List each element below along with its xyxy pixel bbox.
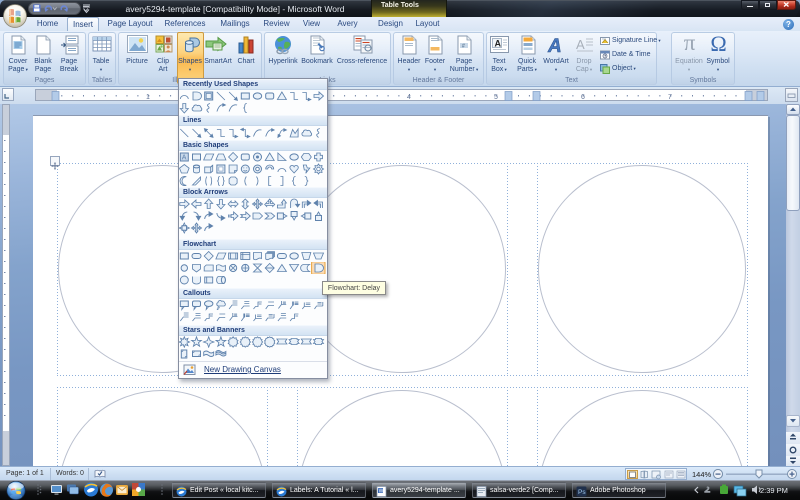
svg-text:W: W: [379, 488, 384, 494]
svg-text:6: 6: [581, 94, 585, 101]
svg-text:A: A: [547, 36, 562, 55]
svg-text:4: 4: [407, 94, 411, 101]
svg-text:A: A: [576, 37, 585, 52]
svg-text:7: 7: [668, 94, 672, 101]
svg-text:1: 1: [146, 94, 150, 101]
svg-text:A: A: [182, 155, 187, 162]
svg-text:5: 5: [494, 94, 498, 101]
svg-text:#: #: [462, 44, 465, 50]
svg-text:A: A: [495, 39, 502, 49]
svg-text:Ps: Ps: [578, 489, 586, 496]
